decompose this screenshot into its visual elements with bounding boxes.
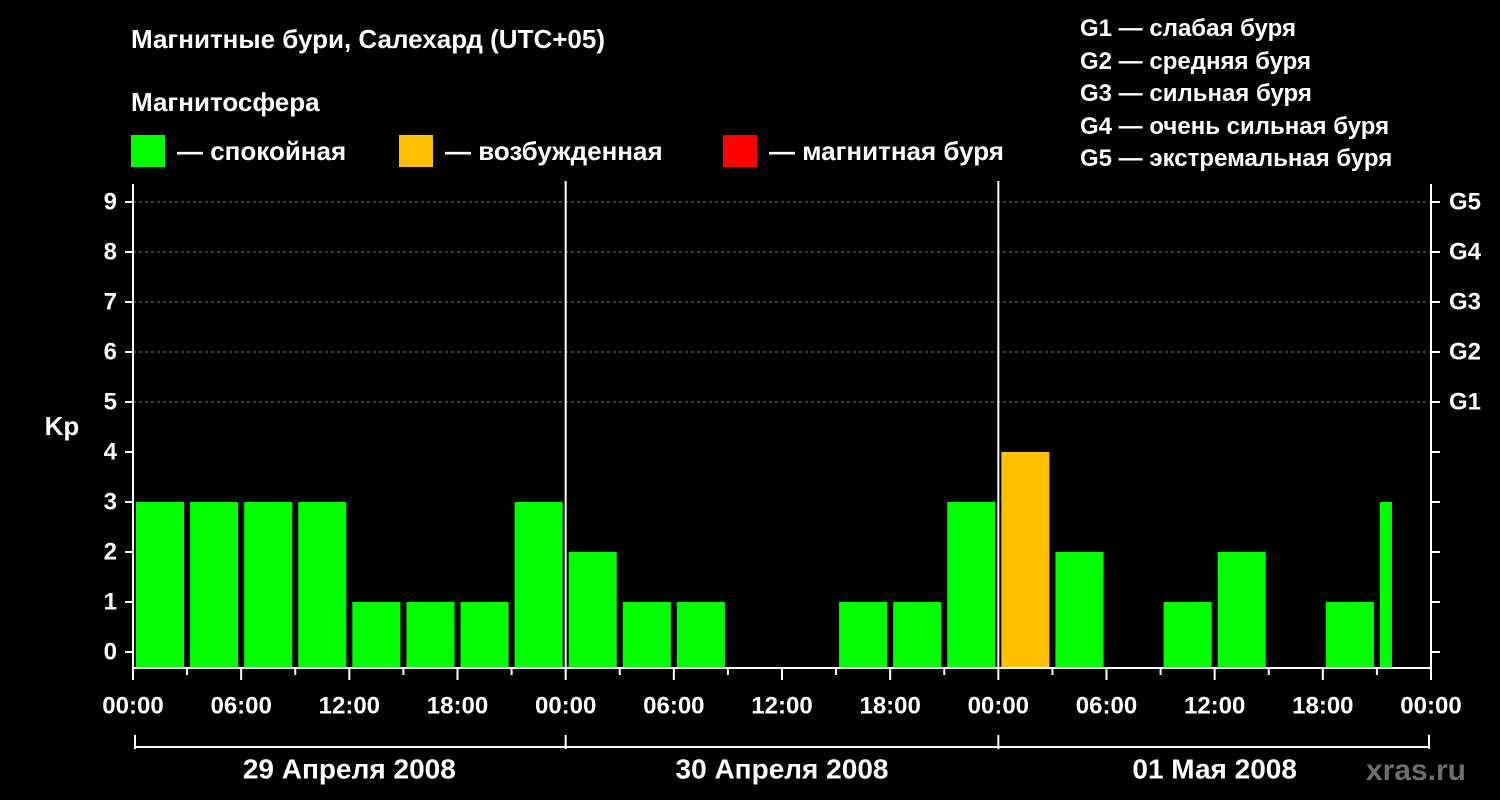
kp-bar (676, 602, 725, 668)
y-tick-label: 6 (104, 338, 117, 365)
kp-bar (1001, 452, 1050, 668)
kp-bar (1217, 552, 1266, 668)
g-scale-label: G4 (1449, 238, 1482, 265)
kp-bar (460, 602, 509, 668)
x-tick-label: 12:00 (1184, 692, 1245, 719)
y-tick-label: 7 (104, 288, 117, 315)
x-tick-label: 00:00 (102, 692, 163, 719)
x-tick-label: 00:00 (1400, 692, 1461, 719)
kp-bar (839, 602, 888, 668)
kp-bar (893, 602, 942, 668)
g-scale-label: G3 (1449, 288, 1481, 315)
kp-bar (622, 602, 671, 668)
day-label: 30 Апреля 2008 (676, 753, 889, 784)
kp-bar (947, 502, 996, 668)
kp-bar (406, 602, 455, 668)
kp-bar (568, 552, 617, 668)
kp-bar (136, 502, 185, 668)
x-tick-label: 00:00 (535, 692, 596, 719)
kp-bar-chart: 0 1 2 3 4 5 6 7 8 9 G1 G2 G3 G4 G5 Kp 00:00 06:00 12:00 18:… (45, 181, 1482, 784)
x-tick-label: 12:00 (319, 692, 380, 719)
g-scale-label: G2 (1449, 338, 1481, 365)
x-tick-label: 12:00 (751, 692, 812, 719)
kp-bar (190, 502, 239, 668)
y-tick-label: 1 (104, 588, 117, 615)
y-tick-label: 8 (104, 238, 117, 265)
x-tick-label: 06:00 (210, 692, 271, 719)
kp-bar (1055, 552, 1104, 668)
y-tick-label: 2 (104, 538, 117, 565)
x-tick-label: 18:00 (1292, 692, 1353, 719)
x-tick-label: 18:00 (859, 692, 920, 719)
g-scale-label: G1 (1449, 388, 1481, 415)
y-tick-label: 9 (104, 188, 117, 215)
day-label: 29 Апреля 2008 (243, 753, 456, 784)
kp-bar (244, 502, 293, 668)
kp-bar (298, 502, 347, 668)
kp-bar (1379, 502, 1392, 668)
y-axis-label: Kp (45, 411, 80, 441)
x-tick-label: 00:00 (968, 692, 1029, 719)
x-tick-label: 06:00 (1076, 692, 1137, 719)
y-tick-label: 4 (104, 438, 118, 465)
kp-bar (1325, 602, 1374, 668)
kp-bar (1163, 602, 1212, 668)
x-tick-label: 06:00 (643, 692, 704, 719)
kp-bar (514, 502, 563, 668)
kp-bar (352, 602, 401, 668)
x-tick-label: 18:00 (427, 692, 488, 719)
y-tick-label: 3 (104, 488, 117, 515)
y-tick-label: 0 (104, 638, 117, 665)
g-scale-label: G5 (1449, 188, 1481, 215)
y-tick-label: 5 (104, 388, 117, 415)
watermark: xras.ru (1365, 754, 1466, 787)
day-label: 01 Мая 2008 (1132, 753, 1297, 784)
